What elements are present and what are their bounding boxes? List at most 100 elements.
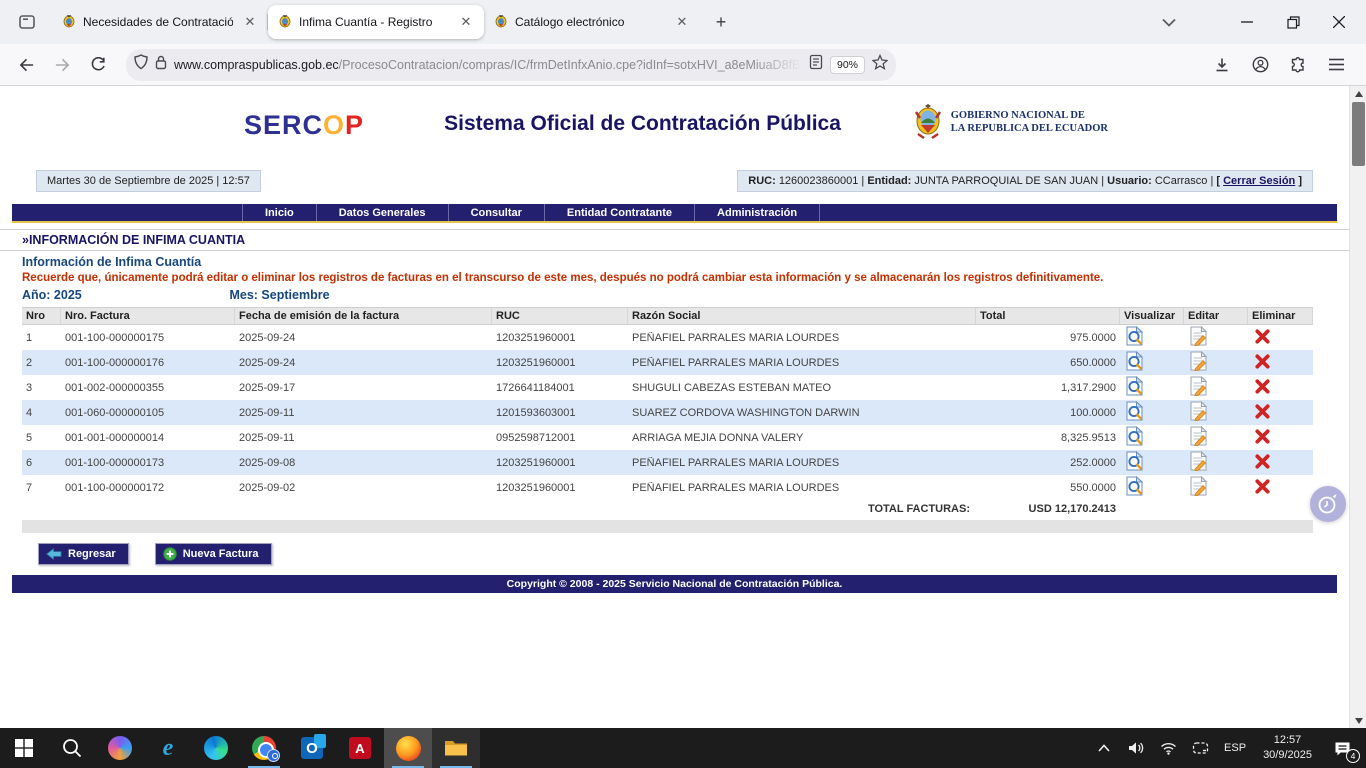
visualizar-button[interactable] [1120, 426, 1184, 449]
cell-fecha-emision: 2025-09-24 [235, 332, 492, 344]
cell-razon-social: PEÑAFIEL PARRALES MARIA LOURDES [628, 357, 976, 369]
browser-toolbar: www.compraspublicas.gob.ec/ProcesoContra… [0, 44, 1366, 86]
eliminar-button[interactable] [1248, 403, 1313, 423]
new-tab-button[interactable]: + [706, 7, 736, 37]
header-nro: Nro [22, 308, 61, 324]
entidad-value: JUNTA PARROQUIAL DE SAN JUAN | [914, 175, 1104, 187]
downloads-icon[interactable] [1206, 50, 1238, 80]
forward-icon[interactable] [46, 50, 78, 80]
edge-icon[interactable] [192, 728, 240, 768]
edit-document-icon [1190, 326, 1207, 346]
visualizar-button[interactable] [1120, 326, 1184, 349]
volume-icon[interactable] [1121, 728, 1151, 768]
editar-button[interactable] [1184, 376, 1248, 399]
chrome-icon[interactable] [240, 728, 288, 768]
sercop-page: SERCOP Sistema Oficial de Contratación P… [0, 86, 1349, 728]
cell-razon-social: SHUGULI CABEZAS ESTEBAN MATEO [628, 382, 976, 394]
cell-fecha-emision: 2025-09-11 [235, 407, 492, 419]
edit-document-icon [1190, 476, 1207, 496]
cell-total: 550.0000 [976, 482, 1120, 494]
taskbar-search-icon[interactable] [48, 728, 96, 768]
tab-necesidades[interactable]: Necesidades de Contratación y ✕ [52, 5, 268, 39]
nav-consultar[interactable]: Consultar [448, 204, 544, 221]
visualizar-button[interactable] [1120, 401, 1184, 424]
start-button[interactable] [0, 728, 48, 768]
file-explorer-icon[interactable] [432, 728, 480, 768]
nav-datos-generales[interactable]: Datos Generales [316, 204, 448, 221]
restore-button[interactable] [1270, 0, 1316, 44]
visualizar-button[interactable] [1120, 476, 1184, 499]
bookmark-star-icon[interactable] [872, 54, 888, 75]
account-icon[interactable] [1244, 50, 1276, 80]
tab-infima-cuantia-active[interactable]: Infima Cuantía - Registro ✕ [268, 5, 484, 39]
eliminar-button[interactable] [1248, 428, 1313, 448]
vertical-scrollbar[interactable] [1349, 86, 1366, 728]
tracking-shield-icon[interactable] [134, 54, 148, 75]
eliminar-button[interactable] [1248, 353, 1313, 373]
firefox-icon[interactable] [384, 728, 432, 768]
nueva-factura-button[interactable]: Nueva Factura [155, 543, 272, 565]
meet-now-icon[interactable] [1185, 728, 1215, 768]
header-visualizar: Visualizar [1120, 308, 1184, 324]
copilot-icon[interactable] [96, 728, 144, 768]
notifications-icon[interactable]: 4 [1322, 728, 1362, 768]
reload-icon[interactable] [82, 50, 114, 80]
tab-close-icon[interactable]: ✕ [672, 12, 692, 32]
cell-ruc: 0952598712001 [492, 432, 628, 444]
editar-button[interactable] [1184, 426, 1248, 449]
firefox-view-icon[interactable] [10, 7, 44, 37]
eliminar-button[interactable] [1248, 378, 1313, 398]
tab-catalogo[interactable]: Catálogo electrónico ✕ [484, 5, 700, 39]
hidden-icons-chevron[interactable] [1089, 728, 1119, 768]
back-icon[interactable] [10, 50, 42, 80]
address-bar[interactable]: www.compraspublicas.gob.ec/ProcesoContra… [126, 49, 896, 81]
cell-fecha-emision: 2025-09-11 [235, 432, 492, 444]
zoom-level-chip[interactable]: 90% [830, 56, 865, 74]
scrollbar-thumb[interactable] [1352, 102, 1365, 166]
minimize-button[interactable] [1224, 0, 1270, 44]
timer-extension-widget[interactable] [1310, 486, 1346, 522]
scroll-up-icon[interactable] [1350, 86, 1366, 101]
logout-link[interactable]: Cerrar Sesión [1223, 175, 1295, 187]
menu-icon[interactable] [1320, 50, 1352, 80]
header-ruc: RUC [492, 308, 628, 324]
cell-razon-social: PEÑAFIEL PARRALES MARIA LOURDES [628, 482, 976, 494]
close-button[interactable] [1316, 0, 1362, 44]
tab-close-icon[interactable]: ✕ [456, 12, 476, 32]
nav-entidad-contratante[interactable]: Entidad Contratante [544, 204, 694, 221]
header-eliminar: Eliminar [1248, 308, 1313, 324]
usuario-value: CCarrasco | [1155, 175, 1213, 187]
visualizar-button[interactable] [1120, 376, 1184, 399]
tab-close-icon[interactable]: ✕ [240, 12, 260, 32]
list-all-tabs-icon[interactable] [1154, 7, 1184, 37]
back-arrow-icon [46, 548, 62, 560]
visualizar-button[interactable] [1120, 351, 1184, 374]
visualizar-button[interactable] [1120, 451, 1184, 474]
editar-button[interactable] [1184, 451, 1248, 474]
outlook-icon[interactable]: O [288, 728, 336, 768]
nav-administracion[interactable]: Administración [694, 204, 820, 221]
editar-button[interactable] [1184, 401, 1248, 424]
delete-x-icon [1254, 453, 1271, 470]
language-indicator[interactable]: ESP [1217, 742, 1253, 754]
eliminar-button[interactable] [1248, 453, 1313, 473]
nav-inicio[interactable]: Inicio [242, 204, 316, 221]
editar-button[interactable] [1184, 351, 1248, 374]
cell-total: 8,325.9513 [976, 432, 1120, 444]
extensions-icon[interactable] [1282, 50, 1314, 80]
header-total: Total [976, 308, 1120, 324]
cell-nro-factura: 001-100-000000173 [61, 457, 235, 469]
editar-button[interactable] [1184, 326, 1248, 349]
scroll-down-icon[interactable] [1350, 713, 1366, 728]
eliminar-button[interactable] [1248, 478, 1313, 498]
acrobat-icon[interactable]: A [336, 728, 384, 768]
wifi-icon[interactable] [1153, 728, 1183, 768]
editar-button[interactable] [1184, 476, 1248, 499]
lock-icon[interactable] [155, 55, 167, 75]
cell-ruc: 1203251960001 [492, 482, 628, 494]
regresar-button[interactable]: Regresar [38, 543, 129, 565]
eliminar-button[interactable] [1248, 328, 1313, 348]
internet-explorer-icon[interactable]: e [144, 728, 192, 768]
reader-mode-icon[interactable] [809, 54, 823, 75]
clock-widget[interactable]: 12:57 30/9/2025 [1255, 733, 1320, 763]
